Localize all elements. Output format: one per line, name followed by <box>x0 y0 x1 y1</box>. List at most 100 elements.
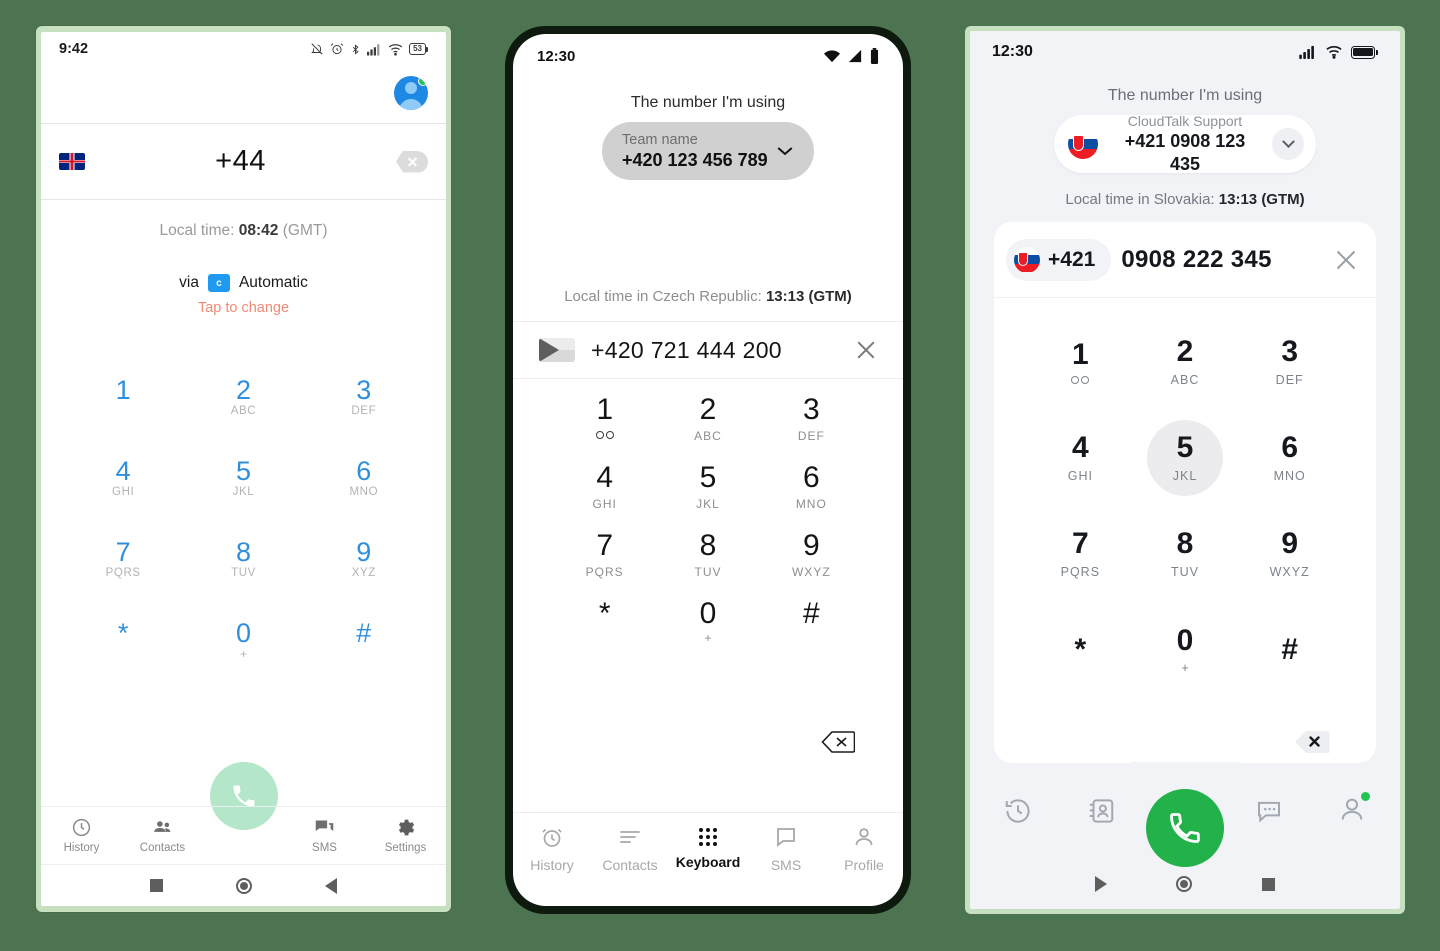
screenshot-canvas: 9:42 53 +44 Local time: 08:42 (GMT) via … <box>0 0 1440 951</box>
key-6[interactable]: 6 MNO <box>760 459 863 527</box>
key-5[interactable]: 5 JKL <box>656 459 759 527</box>
call-button[interactable] <box>1145 789 1224 867</box>
tab-contacts[interactable] <box>1060 796 1144 826</box>
alarm-icon <box>330 43 344 55</box>
chevron-down-icon[interactable] <box>1272 128 1304 160</box>
key-6[interactable]: 6 MNO <box>1237 410 1342 506</box>
key-hash[interactable]: # <box>304 613 424 694</box>
phone-handset-icon <box>1170 813 1200 843</box>
close-icon[interactable] <box>1334 248 1358 272</box>
battery-icon <box>1351 45 1378 59</box>
key-8[interactable]: 8 TUV <box>183 532 303 613</box>
key-2[interactable]: 2 ABC <box>1133 314 1238 410</box>
recents-square-icon[interactable] <box>1262 877 1276 891</box>
tab-history[interactable]: History <box>41 817 122 854</box>
key-star[interactable]: * <box>553 595 656 663</box>
dialed-number[interactable]: +44 <box>85 145 396 178</box>
key-digit: 5 <box>1176 431 1194 464</box>
key-2[interactable]: 2 ABC <box>656 391 759 459</box>
czech-flag-icon[interactable] <box>539 338 575 362</box>
key-3[interactable]: 3 DEF <box>1237 314 1342 410</box>
tab-sms[interactable] <box>1227 796 1311 826</box>
key-hash[interactable]: # <box>760 595 863 663</box>
tab-keyboard[interactable]: Keyboard <box>669 827 747 870</box>
key-hash[interactable]: # <box>1237 602 1342 698</box>
keypad-row: 1 2 ABC 3 DEF <box>1028 314 1342 410</box>
chevron-down-icon <box>777 147 793 156</box>
tap-to-change-hint[interactable]: Tap to change <box>41 300 446 316</box>
tab-sms[interactable]: SMS <box>284 817 365 854</box>
key-9[interactable]: 9 XYZ <box>304 532 424 613</box>
tab-contacts[interactable]: Contacts <box>591 825 669 873</box>
key-star[interactable]: * <box>1028 602 1133 698</box>
key-8[interactable]: 8 TUV <box>656 527 759 595</box>
close-icon[interactable] <box>855 339 877 361</box>
key-digit: 0 <box>699 597 717 630</box>
key-2[interactable]: 2 ABC <box>183 370 303 451</box>
status-time: 12:30 <box>537 47 576 65</box>
key-4[interactable]: 4 GHI <box>1028 410 1133 506</box>
key-8[interactable]: 8 TUV <box>1133 506 1238 602</box>
key-7[interactable]: 7 PQRS <box>1028 506 1133 602</box>
key-4[interactable]: 4 GHI <box>553 459 656 527</box>
key-1[interactable]: 1 <box>553 391 656 459</box>
caller-id-selector[interactable]: CloudTalk Support +421 0908 123 435 <box>1054 113 1316 174</box>
backspace-icon[interactable] <box>396 150 428 173</box>
tab-profile[interactable]: Profile <box>825 825 903 873</box>
home-circle-icon[interactable] <box>235 877 252 894</box>
key-sub: JKL <box>696 497 720 511</box>
tab-settings[interactable]: Settings <box>365 817 446 854</box>
dialed-number[interactable]: +420 721 444 200 <box>591 337 839 364</box>
key-digit: 1 <box>596 393 613 426</box>
key-7[interactable]: 7 PQRS <box>553 527 656 595</box>
key-3[interactable]: 3 DEF <box>304 370 424 451</box>
alarm-clock-icon <box>542 828 562 847</box>
key-sub: TUV <box>231 567 256 580</box>
backspace-icon[interactable] <box>1294 729 1330 755</box>
local-time: Local time: 08:42 (GMT) <box>41 222 446 240</box>
key-1[interactable]: 1 <box>1028 314 1133 410</box>
caller-id-selector[interactable]: Team name +420 123 456 789 <box>602 122 814 180</box>
key-star[interactable]: * <box>63 613 183 694</box>
keypad-row: 1 2 ABC 3 DEF <box>63 370 424 451</box>
key-1[interactable]: 1 <box>63 370 183 451</box>
key-0[interactable]: 0 + <box>183 613 303 694</box>
tab-history[interactable]: History <box>513 825 591 873</box>
home-circle-icon[interactable] <box>1176 876 1193 892</box>
country-code-selector[interactable]: +421 <box>1006 238 1112 281</box>
key-digit: 2 <box>1176 335 1194 368</box>
back-triangle-icon[interactable] <box>325 877 338 894</box>
key-9[interactable]: 9 WXYZ <box>1237 506 1342 602</box>
tab-sms[interactable]: SMS <box>747 825 825 873</box>
avatar[interactable] <box>394 75 428 110</box>
key-sub: JKL <box>1172 469 1198 483</box>
key-5[interactable]: 5 JKL <box>183 451 303 532</box>
recents-square-icon[interactable] <box>149 879 163 892</box>
key-3[interactable]: 3 DEF <box>760 391 863 459</box>
tab-history[interactable] <box>976 796 1060 826</box>
key-digit: 5 <box>699 461 717 494</box>
dialed-number[interactable]: 0908 222 345 <box>1121 246 1324 274</box>
key-digit: * <box>598 597 611 630</box>
keypad-row: 4 GHI 5 JKL 6 MNO <box>553 459 863 527</box>
phone1-nav-bar <box>41 864 446 906</box>
key-0[interactable]: 0 + <box>1133 602 1238 698</box>
backspace-icon[interactable] <box>821 730 856 754</box>
key-sub: MNO <box>1273 469 1306 483</box>
back-triangle-icon[interactable] <box>1094 876 1107 892</box>
key-9[interactable]: 9 WXYZ <box>760 527 863 595</box>
key-5[interactable]: 5 JKL <box>1133 410 1238 506</box>
key-6[interactable]: 6 MNO <box>304 451 424 532</box>
tab-profile[interactable] <box>1310 791 1394 829</box>
key-7[interactable]: 7 PQRS <box>63 532 183 613</box>
key-0[interactable]: 0 + <box>656 595 759 663</box>
key-sub: + <box>1181 659 1189 675</box>
uk-flag-icon[interactable] <box>59 153 85 170</box>
clock-icon <box>72 818 91 837</box>
tab-contacts[interactable]: Contacts <box>122 817 203 854</box>
gear-icon <box>398 819 415 836</box>
key-digit: 2 <box>235 375 251 405</box>
key-digit: 3 <box>356 375 372 405</box>
via-row[interactable]: via c Automatic <box>41 274 446 292</box>
key-4[interactable]: 4 GHI <box>63 451 183 532</box>
